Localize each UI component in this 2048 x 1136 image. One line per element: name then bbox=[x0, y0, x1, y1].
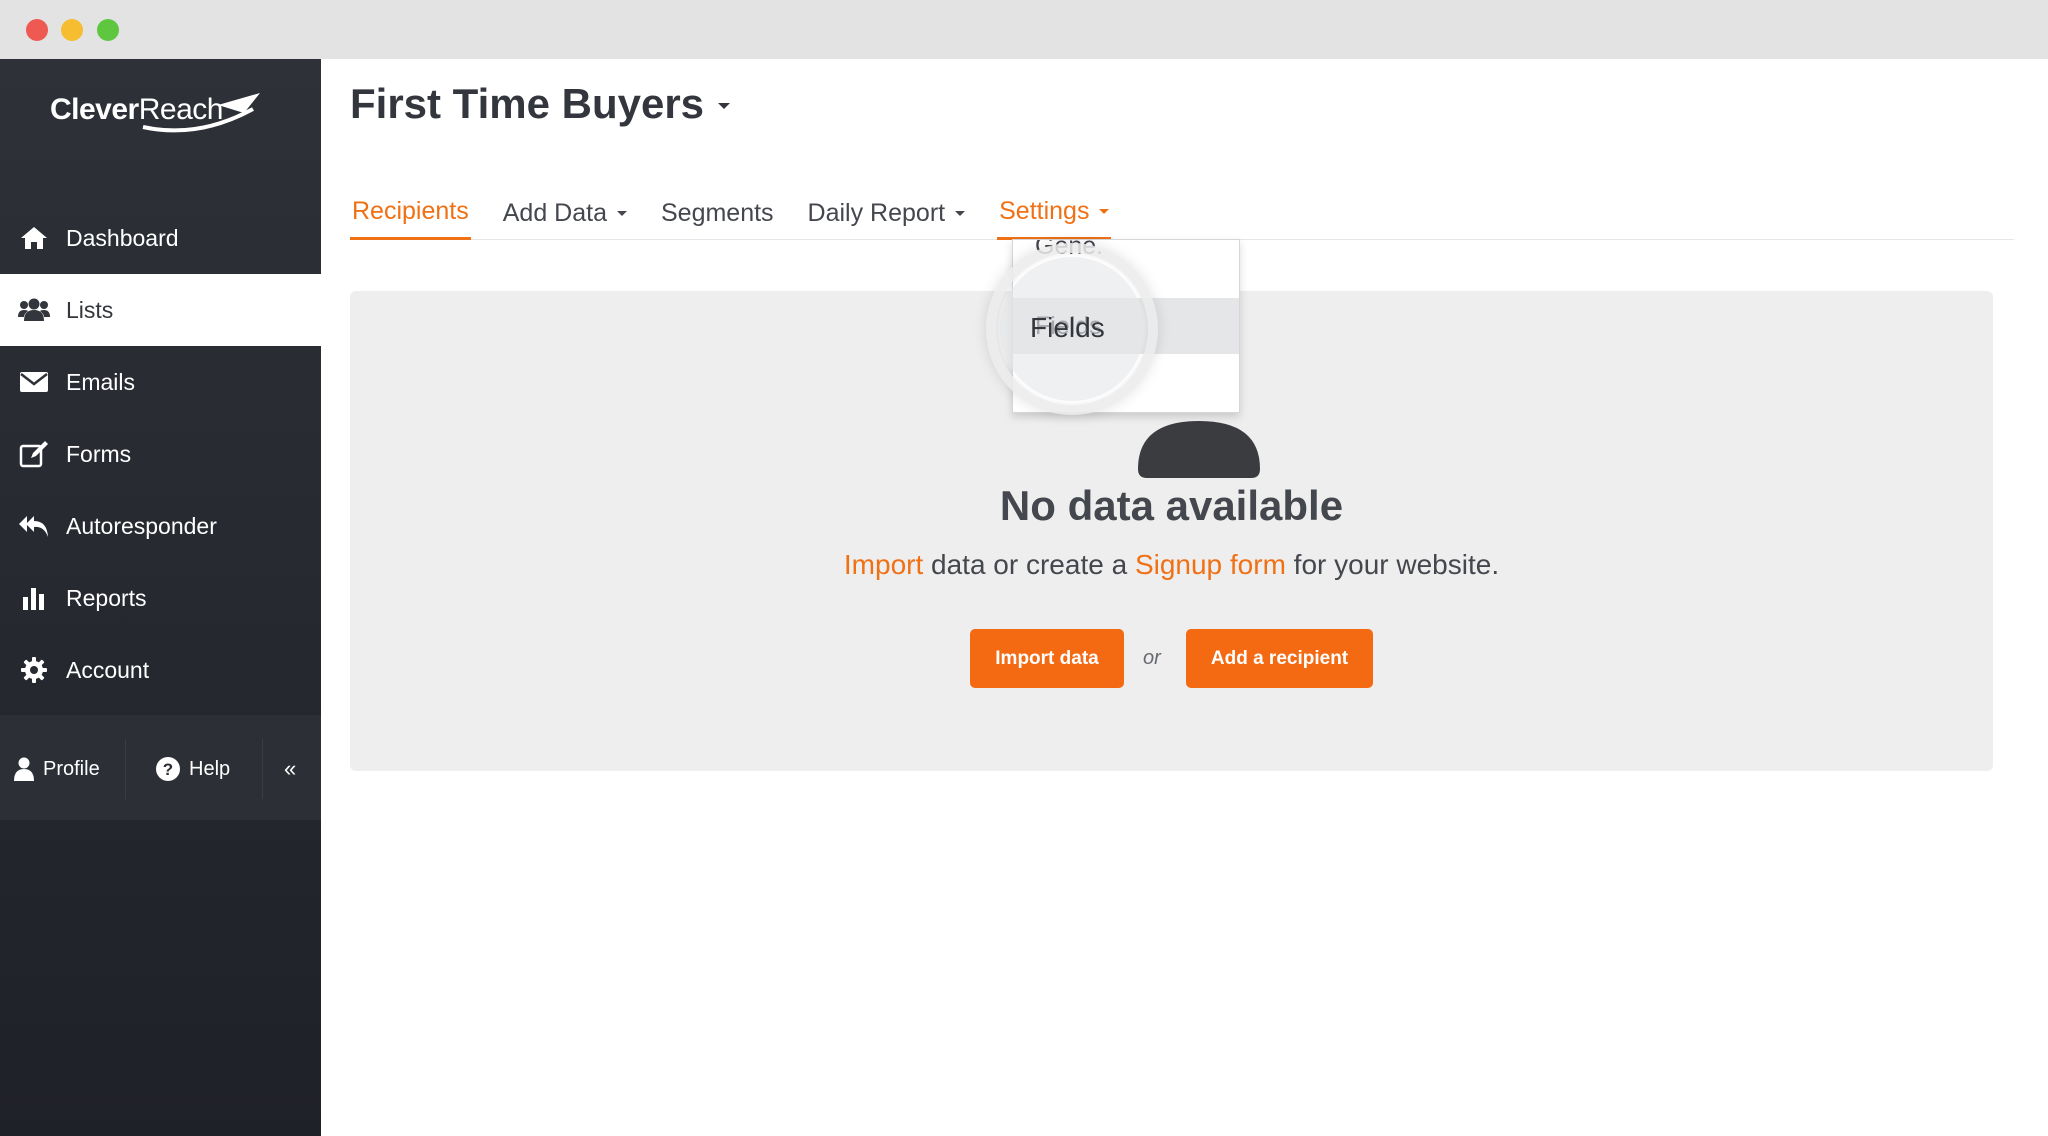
tab-recipients[interactable]: Recipients bbox=[350, 186, 471, 240]
empty-state-text: Import data or create a Signup form for … bbox=[350, 549, 1993, 581]
sidebar-item-label: Forms bbox=[66, 440, 132, 467]
tab-label: Segments bbox=[660, 198, 774, 227]
home-icon bbox=[18, 222, 50, 254]
footer-divider bbox=[125, 739, 126, 799]
edit-icon bbox=[18, 438, 50, 470]
window-titlebar bbox=[0, 0, 2048, 59]
sidebar-item-autoresponder[interactable]: Autoresponder bbox=[0, 490, 321, 562]
collapse-sidebar-button[interactable]: « bbox=[284, 739, 296, 799]
minimize-window-button[interactable] bbox=[61, 19, 83, 41]
tab-label: Daily Report bbox=[807, 198, 946, 227]
sidebar-item-label: Dashboard bbox=[66, 224, 179, 251]
gear-icon bbox=[18, 654, 50, 686]
tab-label: Settings bbox=[999, 197, 1090, 225]
help-button[interactable]: ? Help bbox=[155, 739, 230, 799]
caret-down-icon bbox=[1099, 209, 1110, 214]
cleverreach-logo[interactable]: CleverReach bbox=[48, 75, 278, 135]
profile-label: Profile bbox=[43, 757, 100, 780]
tab-segments[interactable]: Segments bbox=[659, 186, 776, 240]
users-icon bbox=[18, 294, 50, 326]
add-recipient-button[interactable]: Add a recipient bbox=[1186, 629, 1373, 688]
sidebar-item-emails[interactable]: Emails bbox=[0, 346, 321, 418]
close-window-button[interactable] bbox=[26, 19, 48, 41]
or-separator: or bbox=[1143, 647, 1161, 669]
import-data-button[interactable]: Import data bbox=[970, 629, 1124, 688]
tab-add-data[interactable]: Add Data bbox=[501, 186, 629, 240]
page-title: First Time Buyers bbox=[350, 80, 705, 127]
tab-settings[interactable]: Settings bbox=[997, 186, 1112, 240]
list-title-dropdown[interactable]: First Time Buyers bbox=[350, 80, 731, 128]
envelope-icon bbox=[18, 366, 50, 398]
profile-button[interactable]: Profile bbox=[13, 739, 100, 799]
sidebar-item-reports[interactable]: Reports bbox=[0, 562, 321, 634]
empty-state-text-part: for your website. bbox=[1285, 549, 1500, 580]
svg-text:?: ? bbox=[163, 760, 173, 779]
sidebar-item-forms[interactable]: Forms bbox=[0, 418, 321, 490]
sidebar-footer: Profile ? Help « bbox=[0, 715, 321, 820]
menu-item-next[interactable]: .... bbox=[1013, 380, 1239, 413]
sidebar-item-label: Reports bbox=[66, 584, 147, 611]
caret-down-icon bbox=[955, 210, 966, 216]
tab-label: Add Data bbox=[502, 198, 607, 227]
list-tabs: Recipients Add Data Segments Daily Repor… bbox=[350, 186, 2014, 240]
maximize-window-button[interactable] bbox=[97, 19, 119, 41]
sidebar-item-dashboard[interactable]: Dashboard bbox=[0, 202, 321, 274]
menu-item-fields[interactable]: Fields bbox=[1013, 298, 1239, 354]
question-circle-icon: ? bbox=[155, 756, 181, 782]
tab-daily-report[interactable]: Daily Report bbox=[806, 186, 968, 240]
sidebar-item-lists[interactable]: Lists bbox=[0, 274, 321, 346]
user-icon bbox=[13, 757, 35, 781]
help-label: Help bbox=[189, 757, 231, 780]
menu-item-general[interactable]: Gene. bbox=[1013, 240, 1239, 274]
caret-down-icon bbox=[616, 210, 627, 216]
empty-state-text-part: data or create a bbox=[923, 549, 1135, 580]
double-chevron-left-icon: « bbox=[284, 756, 297, 781]
sidebar-item-account[interactable]: Account bbox=[0, 634, 321, 706]
sidebar-item-label: Lists bbox=[66, 296, 114, 323]
signup-form-link[interactable]: Signup form bbox=[1135, 549, 1286, 580]
empty-state-title: No data available bbox=[999, 482, 1344, 529]
reply-all-icon bbox=[18, 510, 50, 542]
sidebar-nav: Dashboard Lists Emails Forms Autorespond… bbox=[0, 202, 321, 706]
sidebar-item-label: Account bbox=[66, 656, 150, 683]
footer-divider bbox=[262, 739, 263, 799]
bar-chart-icon bbox=[18, 582, 50, 614]
import-link[interactable]: Import bbox=[844, 549, 923, 580]
tab-label: Recipients bbox=[352, 197, 469, 225]
logo-text: CleverReach bbox=[50, 93, 223, 126]
caret-down-icon bbox=[718, 103, 731, 109]
sidebar-item-label: Emails bbox=[66, 368, 136, 395]
settings-dropdown-menu: Gene. Fields .... bbox=[1012, 239, 1240, 413]
sidebar: CleverReach Dashboard Lists Emails Forms… bbox=[0, 59, 321, 1136]
sidebar-item-label: Autoresponder bbox=[66, 512, 217, 539]
